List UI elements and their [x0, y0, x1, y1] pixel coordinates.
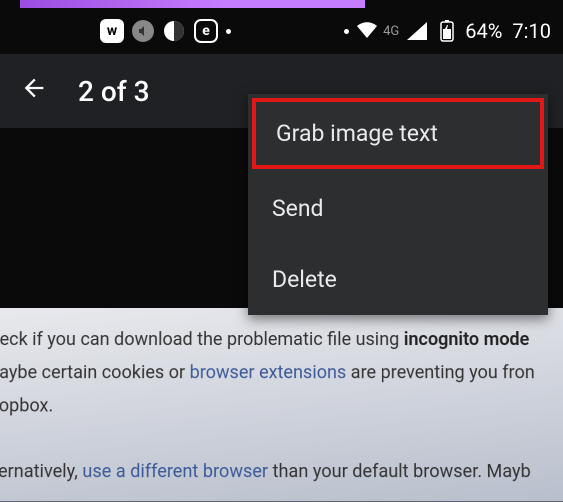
sound-icon: [132, 20, 154, 42]
more-notifications-dot: [226, 29, 231, 34]
menu-item-grab-image-text[interactable]: Grab image text: [252, 98, 544, 169]
status-bar: w e 4G 64% 7:10: [0, 8, 563, 54]
app-notification-e-icon: e: [194, 19, 218, 43]
photo-text-line: aybe certain cookies or browser extensio…: [0, 359, 556, 386]
photo-preview[interactable]: eck if you can download the problematic …: [0, 308, 563, 502]
battery-percentage: 64%: [465, 19, 502, 43]
app-notification-w-icon: w: [100, 19, 124, 43]
photo-text-line: opbox.: [0, 392, 556, 419]
accent-strip: [20, 0, 365, 8]
photo-text-line: ernatively, use a different browser than…: [0, 458, 557, 485]
signal-icon: [405, 19, 429, 43]
network-type: 4G: [383, 24, 399, 39]
photo-text-line: eck if you can download the problematic …: [0, 326, 556, 353]
back-button[interactable]: [20, 74, 48, 109]
more-notifications-dot-2: [344, 29, 349, 34]
dnd-icon: [162, 19, 186, 43]
wifi-icon: [355, 19, 379, 43]
menu-item-send[interactable]: Send: [248, 173, 548, 244]
battery-icon: [435, 19, 459, 43]
page-title: 2 of 3: [78, 75, 150, 108]
context-menu: Grab image text Send Delete: [248, 94, 548, 315]
clock: 7:10: [512, 19, 551, 43]
menu-item-delete[interactable]: Delete: [248, 244, 548, 315]
